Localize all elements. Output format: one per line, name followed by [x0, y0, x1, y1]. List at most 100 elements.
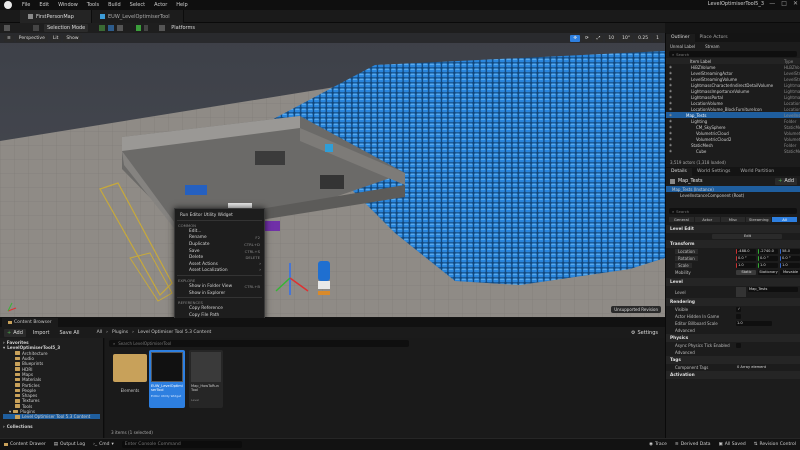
component-child[interactable]: LevelInstanceComponent (Root) [666, 192, 800, 198]
filter-unreal-label[interactable]: Unreal Label [670, 44, 695, 49]
camera-speed-value[interactable]: 1 [653, 34, 662, 42]
mode-icon[interactable] [33, 25, 39, 31]
perspective-button[interactable]: Perspective [15, 34, 48, 42]
visibility-eye-icon[interactable]: ◉ [669, 131, 672, 135]
tab-details[interactable]: Details [666, 167, 692, 176]
mobility-static[interactable]: Static [736, 270, 756, 275]
section-physics[interactable]: Physics [666, 334, 800, 342]
section-level[interactable]: Level [666, 278, 800, 286]
menu-show-in-explorer[interactable]: Show in Explorer [175, 290, 264, 297]
lit-button[interactable]: Lit [49, 34, 62, 42]
filter-all[interactable]: All [772, 217, 797, 222]
rotation-y[interactable]: 0.0 ° [758, 256, 778, 261]
visibility-eye-icon[interactable]: ◉ [669, 143, 672, 147]
visibility-eye-icon[interactable]: ◉ [669, 65, 672, 69]
mobility-stationary[interactable]: Stationary [758, 270, 778, 275]
visibility-eye-icon[interactable]: ◉ [669, 113, 672, 117]
tab-world-settings[interactable]: World Settings [692, 168, 735, 176]
location-z[interactable]: 58.0 [780, 249, 800, 254]
platforms-button[interactable]: Platforms [168, 24, 198, 32]
mobility-movable[interactable]: Movable [780, 270, 800, 275]
location-y[interactable]: -2740.0 [758, 249, 778, 254]
grid-snap-value[interactable]: 10 [605, 34, 618, 42]
section-activation[interactable]: Activation [666, 371, 800, 379]
save-all-button[interactable]: Save All [57, 329, 83, 337]
blueprint-icon[interactable] [108, 25, 115, 31]
breadcrumb-current[interactable]: Level Optimiser Tool 5.3 Content [138, 330, 211, 335]
add-actor-icon[interactable] [99, 25, 106, 31]
menu-copy-reference[interactable]: Copy Reference [175, 305, 264, 312]
rotation-z[interactable]: 0.0 ° [780, 256, 800, 261]
add-button[interactable]: + Add [4, 328, 26, 337]
menu-delete[interactable]: Delete DELETE [175, 254, 264, 261]
scale-tool-icon[interactable]: ⤢ [593, 34, 604, 42]
filter-stream[interactable]: Stream [705, 44, 719, 49]
asset-search-input[interactable]: ⌕ Search LevelOptimiserTool [109, 340, 409, 347]
unreal-logo-icon[interactable] [4, 1, 12, 9]
rotation-x[interactable]: 0.0 ° [736, 256, 756, 261]
menu-file[interactable]: File [22, 2, 30, 8]
details-search-input[interactable]: ⌕ Search [669, 208, 797, 214]
menu-rename[interactable]: Rename F2 [175, 235, 264, 242]
revision-control-badge[interactable]: Unsupported Revision [611, 306, 661, 313]
console-input[interactable]: Enter Console Command [121, 441, 242, 448]
minimize-button[interactable]: — [769, 0, 775, 7]
angle-snap-value[interactable]: 10° [619, 34, 634, 42]
output-log-button[interactable]: ▤ Output Log [54, 442, 85, 447]
save-icon[interactable] [4, 25, 10, 31]
edit-button[interactable]: Edit [712, 234, 782, 239]
rotate-tool-icon[interactable]: ⟳ [581, 34, 592, 42]
billboard-value[interactable]: 1.0 [736, 321, 772, 326]
play-options-icon[interactable] [144, 25, 149, 31]
tab-place-actors[interactable]: Place Actors [695, 34, 733, 42]
visibility-eye-icon[interactable]: ◉ [669, 137, 672, 141]
visibility-eye-icon[interactable]: ◉ [669, 71, 672, 75]
visible-checkbox[interactable]: ✓ [736, 307, 741, 312]
all-saved-button[interactable]: ▣ All Saved [719, 442, 746, 447]
section-level-edit[interactable]: Level Edit [666, 225, 800, 233]
column-type[interactable]: Type [784, 59, 793, 64]
breadcrumb-plugins[interactable]: Plugins [112, 330, 128, 335]
visibility-eye-icon[interactable]: ◉ [669, 89, 672, 93]
menu-select[interactable]: Select [130, 2, 145, 8]
filter-misc[interactable]: Misc [720, 217, 746, 222]
scale-snap-value[interactable]: 0.25 [635, 34, 652, 42]
scale-y[interactable]: 1.0 [758, 263, 778, 268]
location-x[interactable]: -488.0 [736, 249, 756, 254]
section-tags[interactable]: Tags [666, 356, 800, 364]
outliner-row[interactable]: ◉ Cube StaticMesh [666, 148, 800, 154]
advanced-toggle-2[interactable]: Advanced [666, 349, 800, 356]
asset-tile-euw-selected[interactable]: EUW_LevelOptimiserTool Editor Utility Wi… [149, 350, 185, 408]
level-value[interactable]: Map_Tests [748, 287, 798, 292]
cinematics-icon[interactable] [117, 25, 124, 31]
asset-tile-map[interactable]: Map_HowToRun Tool Level [189, 350, 223, 408]
play-icon[interactable] [136, 25, 142, 31]
advanced-toggle[interactable]: Advanced [666, 327, 800, 334]
section-transform[interactable]: Transform [666, 240, 800, 248]
menu-help[interactable]: Help [176, 2, 187, 8]
tab-outliner[interactable]: Outliner [666, 33, 695, 42]
menu-actor[interactable]: Actor [154, 2, 167, 8]
visibility-eye-icon[interactable]: ◉ [669, 95, 672, 99]
level-viewport[interactable]: Unsupported Revision [0, 33, 665, 317]
import-button[interactable]: Import [30, 329, 53, 337]
maximize-button[interactable]: □ [781, 0, 787, 7]
viewport-menu-button[interactable]: ≡ [4, 34, 14, 42]
component-tags-value[interactable]: 0 Array element [736, 365, 776, 370]
filter-general[interactable]: General [669, 217, 694, 222]
visibility-eye-icon[interactable]: ◉ [669, 83, 672, 87]
section-rendering[interactable]: Rendering [666, 298, 800, 306]
filter-streaming[interactable]: Streaming [746, 217, 772, 222]
cmd-dropdown[interactable]: ›_ Cmd ▾ [93, 442, 114, 447]
asset-tile-elements[interactable]: Elements [113, 350, 147, 408]
settings-button[interactable]: ⚙ Settings [628, 329, 661, 337]
add-component-button[interactable]: + Add [775, 177, 797, 185]
visibility-eye-icon[interactable]: ◉ [669, 119, 672, 123]
menu-edit[interactable]: Edit... [175, 228, 264, 235]
menu-run-editor-utility-widget[interactable]: Run Editor Utility Widget [175, 211, 264, 219]
visibility-eye-icon[interactable]: ◉ [669, 107, 672, 111]
filter-actor[interactable]: Actor [694, 217, 720, 222]
visibility-eye-icon[interactable]: ◉ [669, 101, 672, 105]
outliner-search-input[interactable]: ⌕ Search [669, 51, 797, 57]
selection-mode-button[interactable]: Selection Mode [44, 24, 89, 32]
